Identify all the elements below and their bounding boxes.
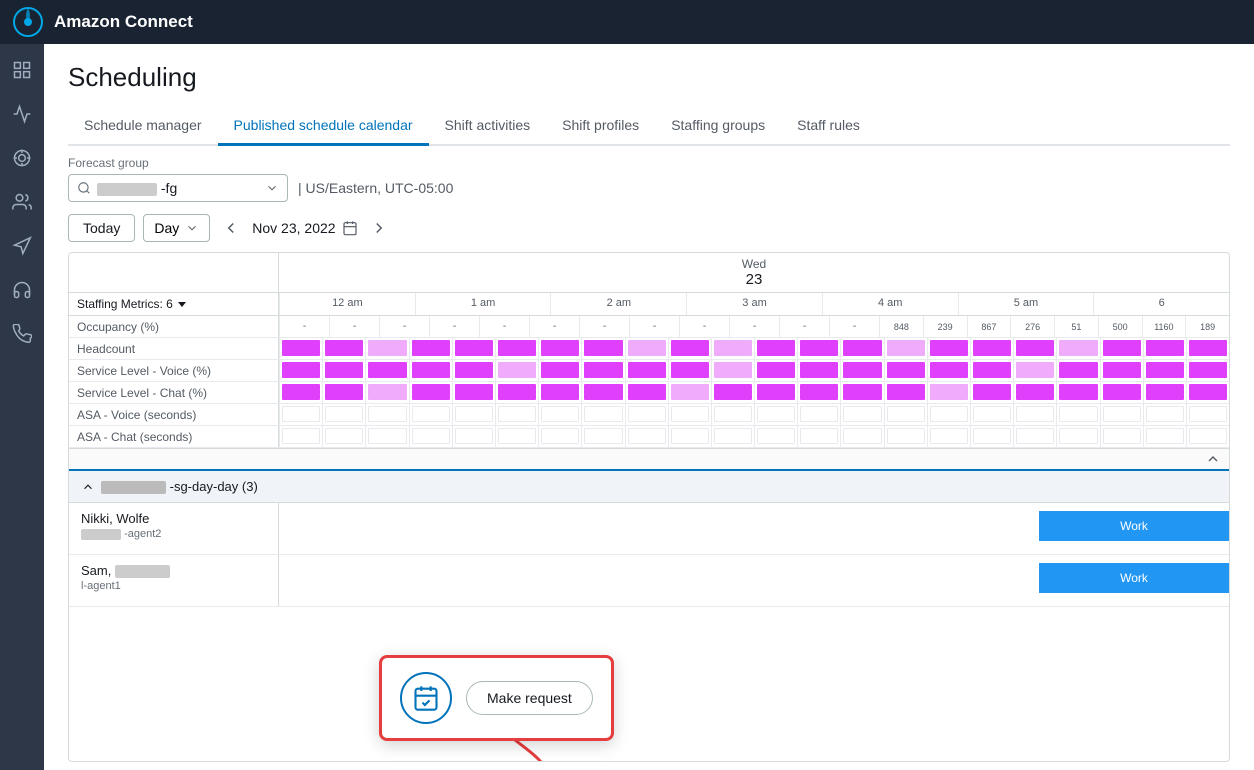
metric-row-asa-voice: ASA - Voice (seconds) <box>69 404 1229 426</box>
chevron-down-icon <box>265 181 279 195</box>
app-logo: Amazon Connect <box>12 6 193 38</box>
time-slot-1am: 1 am <box>415 293 551 315</box>
tab-schedule-manager[interactable]: Schedule manager <box>68 107 218 146</box>
metric-row-occupancy: Occupancy (%) - - - - - - - - - - - - 84… <box>69 316 1229 338</box>
work-block-2: Work <box>1039 563 1229 593</box>
prev-date-button[interactable] <box>218 215 244 241</box>
time-slot-3am: 3 am <box>686 293 822 315</box>
tab-shift-profiles[interactable]: Shift profiles <box>546 107 655 146</box>
agent-id-1: -agent2 <box>81 528 266 540</box>
metric-label-headcount: Headcount <box>69 338 279 359</box>
sidebar-item-megaphone[interactable] <box>0 224 44 268</box>
today-button[interactable]: Today <box>68 214 135 242</box>
agent-row-2: Sam, l-agent1 Work <box>69 555 1229 607</box>
forecast-group-label: Forecast group <box>68 156 288 170</box>
page-title: Scheduling <box>68 62 1230 93</box>
staffing-group-name: -sg-day-day (3) <box>101 479 258 494</box>
sidebar-item-users[interactable] <box>0 180 44 224</box>
metric-label-asa-voice: ASA - Voice (seconds) <box>69 404 279 425</box>
day-view-chevron-icon <box>185 221 199 235</box>
chevron-right-icon <box>370 219 388 237</box>
forecast-group-value: -fg <box>97 180 259 196</box>
day-name: Wed <box>279 257 1229 271</box>
staffing-group-header[interactable]: -sg-day-day (3) <box>69 469 1229 503</box>
date-display: Nov 23, 2022 <box>252 220 357 236</box>
make-request-icon-circle <box>400 672 452 724</box>
make-request-popup: Make request <box>379 655 614 741</box>
sidebar <box>0 44 44 770</box>
app-title: Amazon Connect <box>54 12 193 32</box>
calendar-icon[interactable] <box>342 220 358 236</box>
tab-shift-activities[interactable]: Shift activities <box>429 107 547 146</box>
metric-label-asa-chat: ASA - Chat (seconds) <box>69 426 279 447</box>
collapse-metrics-button[interactable] <box>1205 451 1221 467</box>
sg-expand-icon <box>81 480 95 494</box>
current-date: Nov 23, 2022 <box>252 220 335 236</box>
agent-row-1: Nikki, Wolfe -agent2 Work <box>69 503 1229 555</box>
work-block-1: Work <box>1039 511 1229 541</box>
tab-published-schedule-calendar[interactable]: Published schedule calendar <box>218 107 429 146</box>
metric-label-sl-chat: Service Level - Chat (%) <box>69 382 279 403</box>
day-view-select[interactable]: Day <box>143 214 210 242</box>
metric-row-asa-chat: ASA - Chat (seconds) <box>69 426 1229 448</box>
sidebar-item-grid[interactable] <box>0 48 44 92</box>
agent-name-1: Nikki, Wolfe <box>81 511 266 526</box>
tab-bar: Schedule manager Published schedule cale… <box>68 107 1230 146</box>
next-date-button[interactable] <box>366 215 392 241</box>
main-content: Scheduling Schedule manager Published sc… <box>44 44 1254 770</box>
tab-staff-rules[interactable]: Staff rules <box>781 107 876 146</box>
time-slot-6: 6 <box>1093 293 1229 315</box>
time-slot-4am: 4 am <box>822 293 958 315</box>
make-request-button[interactable]: Make request <box>466 681 593 715</box>
metric-label-occupancy: Occupancy (%) <box>69 316 279 337</box>
forecast-group-select[interactable]: -fg <box>68 174 288 202</box>
time-slot-5am: 5 am <box>958 293 1094 315</box>
dropdown-arrow-icon <box>178 302 186 307</box>
sidebar-item-phone[interactable] <box>0 312 44 356</box>
schedule-request-icon <box>412 684 440 712</box>
metric-row-sl-chat: Service Level - Chat (%) <box>69 382 1229 404</box>
tab-staffing-groups[interactable]: Staffing groups <box>655 107 781 146</box>
metric-row-sl-voice: Service Level - Voice (%) <box>69 360 1229 382</box>
chevron-up-icon <box>1205 451 1221 467</box>
staffing-metrics-label[interactable]: Staffing Metrics: 6 <box>69 293 279 315</box>
time-slot-12am: 12 am <box>279 293 415 315</box>
time-slot-2am: 2 am <box>550 293 686 315</box>
agent-name-2: Sam, <box>81 563 266 578</box>
agent-id-2: l-agent1 <box>81 580 266 592</box>
day-header: Wed 23 <box>279 253 1229 292</box>
timezone-label: | US/Eastern, UTC-05:00 <box>298 180 453 202</box>
sidebar-item-target[interactable] <box>0 136 44 180</box>
day-view-label: Day <box>154 220 179 236</box>
sidebar-item-chart[interactable] <box>0 92 44 136</box>
search-icon <box>77 181 91 195</box>
metric-row-headcount: Headcount <box>69 338 1229 360</box>
chevron-left-icon <box>222 219 240 237</box>
metric-label-sl-voice: Service Level - Voice (%) <box>69 360 279 381</box>
day-number: 23 <box>279 271 1229 288</box>
sidebar-item-headset[interactable] <box>0 268 44 312</box>
